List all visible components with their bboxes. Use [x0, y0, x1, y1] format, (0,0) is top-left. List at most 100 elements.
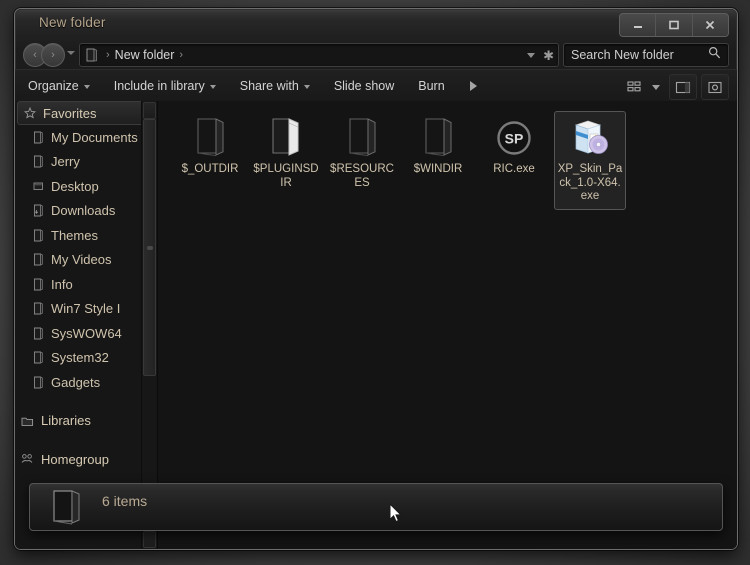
- sidebar-item-system32[interactable]: System32: [15, 346, 157, 371]
- file-item[interactable]: $PLUGINSDIR: [250, 111, 322, 210]
- sidebar-item-my-videos[interactable]: My Videos: [15, 248, 157, 273]
- toolbar-right-buttons: [625, 74, 729, 100]
- folder-small-icon: [33, 131, 44, 144]
- toolbar-label: Slide show: [333, 79, 395, 93]
- sidebar-item-info[interactable]: Info: [15, 272, 157, 297]
- sidebar-group-favorites[interactable]: Favorites: [17, 101, 155, 125]
- chevron-down-icon: [83, 85, 90, 89]
- sidebar-item-jerry[interactable]: Jerry: [15, 150, 157, 175]
- file-name-label: RIC.exe: [493, 163, 535, 175]
- file-list-pane[interactable]: $_OUTDIR $PLUGINSDIR $RESOURCES $WINDIR …: [158, 101, 737, 549]
- scroll-down-button[interactable]: [143, 531, 156, 548]
- navigation-bar: ‹ › › New folder › ✱ Search New folder: [15, 39, 737, 69]
- file-name-label: $PLUGINSDIR: [253, 163, 319, 189]
- toolbar-label: Include in library: [113, 79, 205, 93]
- sidebar-item-my-documents[interactable]: My Documents: [15, 125, 157, 150]
- svg-text:SP: SP: [505, 131, 524, 147]
- toolbar-item-organize[interactable]: Organize: [17, 74, 101, 98]
- change-view-button[interactable]: [625, 75, 643, 99]
- help-icon: [708, 81, 722, 93]
- recent-pages-chevron-down-icon[interactable]: [67, 51, 75, 55]
- folder-small-icon: [33, 351, 44, 364]
- file-item-selected[interactable]: XP_Skin_Pack_1.0-X64.exe: [554, 111, 626, 210]
- back-arrow-icon: ‹: [33, 48, 37, 61]
- view-tiles-icon: [627, 81, 641, 92]
- arrow-cursor: [389, 502, 403, 529]
- breadcrumb-current[interactable]: New folder: [115, 48, 175, 62]
- folder-small-icon: [33, 302, 44, 315]
- search-icon: [708, 46, 721, 64]
- scrollbar-thumb[interactable]: [143, 119, 156, 377]
- folder-small-icon: [33, 376, 44, 389]
- folder-large-icon: [48, 488, 90, 535]
- folder-small-icon: [33, 229, 44, 242]
- help-button[interactable]: [701, 74, 729, 100]
- sidebar-item-label: SysWOW64: [51, 325, 122, 341]
- file-item[interactable]: $RESOURCES: [326, 111, 398, 210]
- file-item[interactable]: $_OUTDIR: [174, 111, 246, 210]
- sp-circle-icon: SP: [495, 116, 533, 160]
- status-item-count: 6 items: [102, 493, 148, 509]
- forward-button[interactable]: ›: [41, 43, 65, 67]
- sidebar-group-label: Homegroup: [41, 451, 109, 467]
- toolbar-item-burn[interactable]: Burn: [407, 74, 455, 98]
- close-button[interactable]: [692, 14, 728, 36]
- sidebar-group-label: Libraries: [41, 413, 91, 429]
- refresh-icon[interactable]: ✱: [543, 49, 554, 62]
- toolbar-item-include-in-library[interactable]: Include in library: [103, 74, 227, 98]
- chevron-down-icon: [652, 84, 660, 90]
- sidebar-item-desktop[interactable]: Desktop: [15, 174, 157, 199]
- search-placeholder: Search New folder: [571, 48, 674, 62]
- toolbar-item-slide-show[interactable]: Slide show: [323, 74, 405, 98]
- sidebar-item-win7-style[interactable]: Win7 Style I: [15, 297, 157, 322]
- sidebar-scrollbar[interactable]: [141, 101, 157, 549]
- change-view-dropdown[interactable]: [647, 75, 665, 99]
- maximize-button[interactable]: [656, 14, 693, 36]
- preview-pane-button[interactable]: [669, 74, 697, 100]
- sidebar-item-label: System32: [51, 350, 109, 366]
- close-icon: [706, 20, 715, 30]
- sidebar-group-libraries[interactable]: Libraries: [15, 409, 157, 434]
- forward-arrow-icon: ›: [51, 48, 55, 61]
- search-input[interactable]: Search New folder: [563, 43, 729, 67]
- minimize-button[interactable]: [620, 14, 657, 36]
- sidebar-item-themes[interactable]: Themes: [15, 223, 157, 248]
- sidebar-item-downloads[interactable]: Downloads: [15, 199, 157, 224]
- downloads-icon: [33, 204, 44, 217]
- sidebar-item-label: My Videos: [51, 252, 112, 268]
- title-bar[interactable]: New folder: [15, 9, 737, 39]
- sidebar-item-label: Win7 Style I: [51, 301, 121, 317]
- window-body: Favorites My Documents Jerry Desktop Dow…: [15, 101, 737, 549]
- scroll-up-button[interactable]: [143, 102, 156, 119]
- window-controls: [619, 13, 729, 37]
- toolbar-item-share-with[interactable]: Share with: [229, 74, 321, 98]
- toolbar-label: Burn: [418, 79, 445, 93]
- navigation-pane: Favorites My Documents Jerry Desktop Dow…: [15, 101, 158, 549]
- sidebar-item-syswow64[interactable]: SysWOW64: [15, 321, 157, 346]
- file-name-label: $WINDIR: [413, 163, 463, 175]
- sidebar-group-homegroup[interactable]: Homegroup: [15, 447, 157, 472]
- installer-icon: [570, 116, 610, 160]
- sidebar-item-gadgets[interactable]: Gadgets: [15, 370, 157, 395]
- sidebar-item-label: My Documents: [51, 129, 138, 145]
- file-name-label: $RESOURCES: [330, 163, 394, 189]
- scrollbar-track[interactable]: [143, 119, 156, 531]
- sidebar-item-label: Gadgets: [51, 374, 101, 390]
- breadcrumb-separator-trailing[interactable]: ›: [179, 49, 183, 61]
- folder-icon: [420, 116, 456, 160]
- minimize-icon: [633, 26, 642, 28]
- sidebar-item-label: Info: [51, 276, 73, 292]
- libraries-icon: [21, 415, 34, 427]
- file-item[interactable]: $WINDIR: [402, 111, 474, 210]
- sidebar-group-label: Favorites: [43, 105, 97, 121]
- address-chevron-down-icon[interactable]: [527, 52, 536, 58]
- folder-open-icon: [268, 116, 304, 160]
- desktop-icon: [33, 180, 44, 193]
- window-title: New folder: [39, 15, 106, 30]
- file-item[interactable]: SP RIC.exe: [478, 111, 550, 210]
- toolbar-overflow-arrow-icon[interactable]: [469, 81, 477, 91]
- address-bar[interactable]: › New folder › ✱: [79, 43, 559, 67]
- desktop-background: New folder ‹ › › New folder › ✱ Search N…: [0, 0, 750, 565]
